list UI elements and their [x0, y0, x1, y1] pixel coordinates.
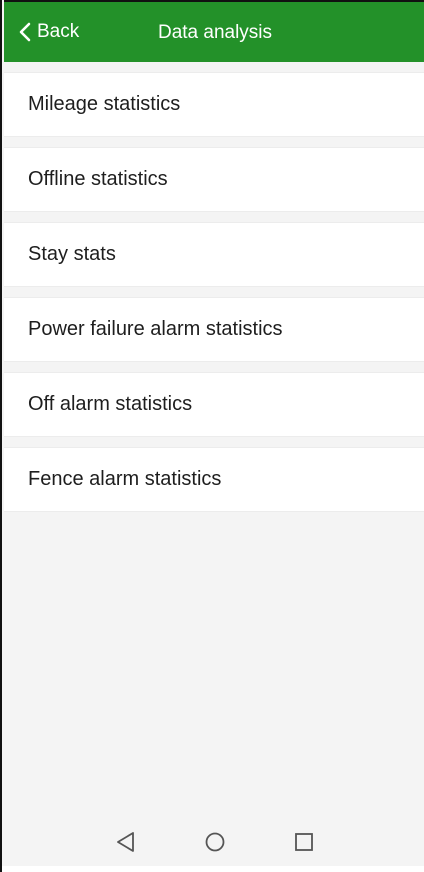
menu-item-mileage-statistics[interactable]: Mileage statistics: [4, 72, 424, 137]
app-screen: Back Data analysis Mileage statistics Of…: [0, 0, 424, 872]
menu-item-label: Fence alarm statistics: [28, 468, 222, 490]
menu-item-label: Power failure alarm statistics: [28, 318, 283, 340]
analysis-menu-list: Mileage statistics Offline statistics St…: [4, 62, 424, 512]
chevron-left-icon: [19, 22, 31, 42]
menu-item-label: Off alarm statistics: [28, 393, 193, 415]
top-app-bar: Back Data analysis: [4, 0, 424, 62]
nav-home-button[interactable]: [203, 830, 227, 854]
menu-item-label: Stay stats: [28, 243, 116, 265]
menu-item-label: Mileage statistics: [28, 93, 181, 115]
nav-back-button[interactable]: [114, 830, 138, 854]
system-navigation-bar: [4, 814, 424, 870]
menu-item-offline-statistics[interactable]: Offline statistics: [4, 147, 424, 212]
square-recents-icon: [295, 833, 313, 851]
circle-home-icon: [205, 832, 225, 852]
menu-item-fence-alarm-statistics[interactable]: Fence alarm statistics: [4, 447, 424, 512]
nav-recents-button[interactable]: [292, 830, 316, 854]
menu-item-off-alarm-statistics[interactable]: Off alarm statistics: [4, 372, 424, 437]
bottom-edge: [2, 866, 424, 872]
menu-item-stay-stats[interactable]: Stay stats: [4, 222, 424, 287]
back-button[interactable]: Back: [18, 2, 79, 62]
back-label: Back: [37, 21, 80, 42]
menu-item-power-failure-alarm-statistics[interactable]: Power failure alarm statistics: [4, 297, 424, 362]
triangle-back-icon: [117, 832, 134, 852]
menu-item-label: Offline statistics: [28, 168, 168, 190]
